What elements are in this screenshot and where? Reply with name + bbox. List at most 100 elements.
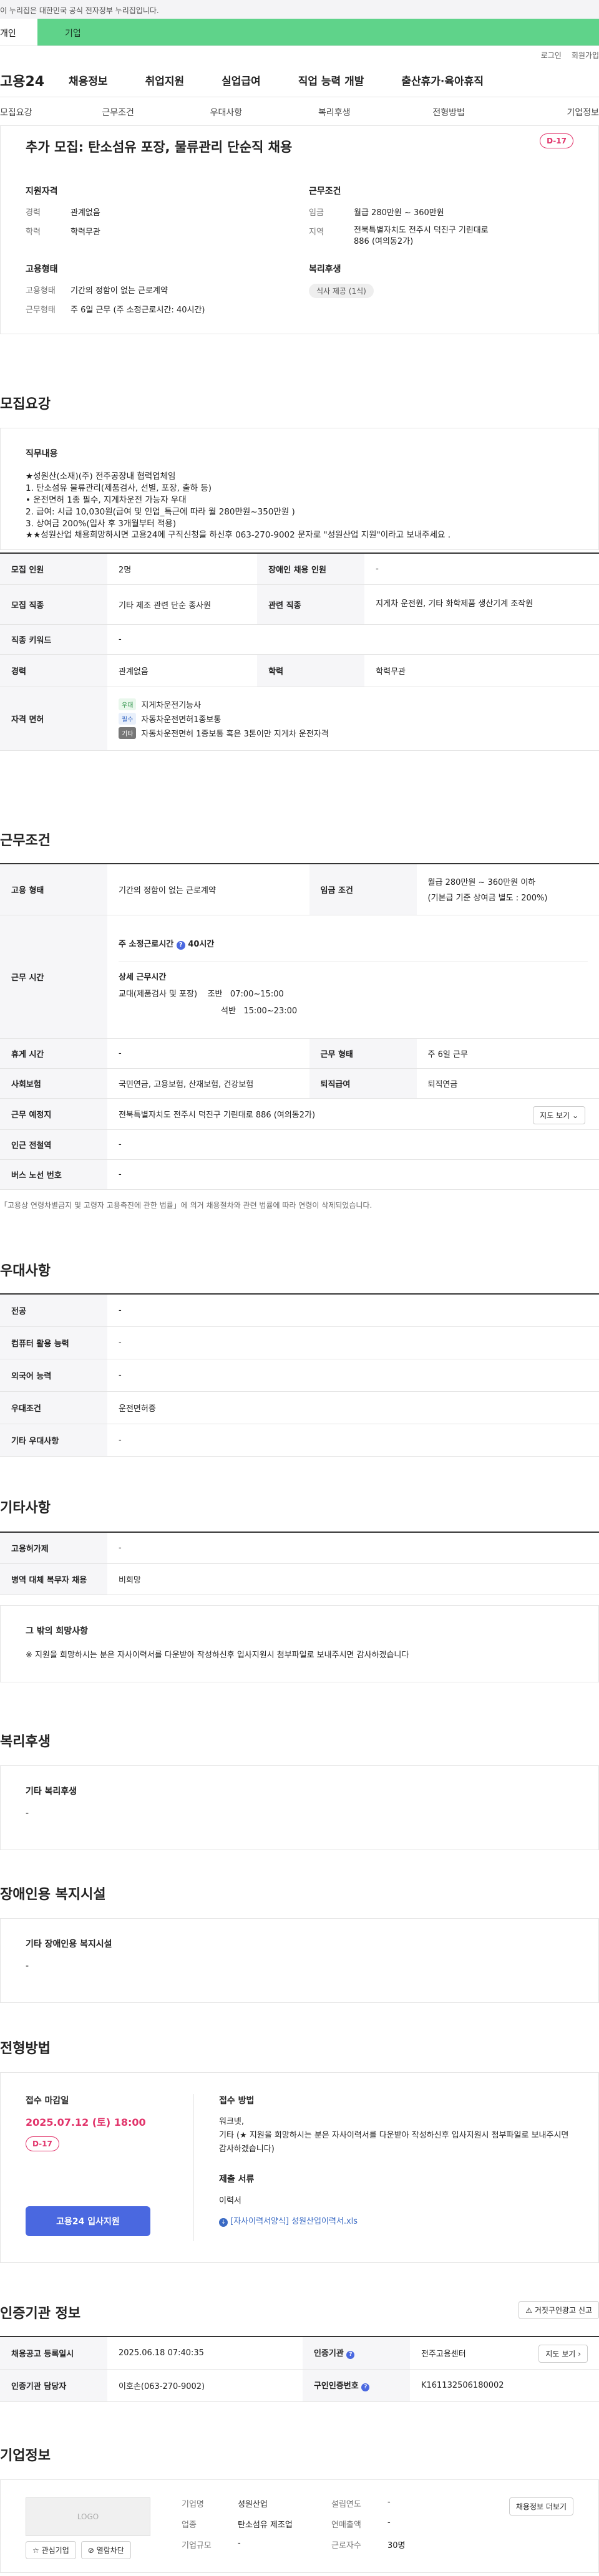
favorite-button[interactable]: ☆ 관심기업 xyxy=(26,2541,76,2559)
company-jobs-button[interactable]: 채용정보 더보기 xyxy=(509,2497,573,2516)
info-icon[interactable]: ? xyxy=(361,2383,370,2391)
preference-section: 우대사항 전공 - 컴퓨터 활용 능력 - 외국어 능력 - 우대조건 운전면허증 기타… xyxy=(0,1260,599,1457)
pref-cond-value: 운전면허증 xyxy=(107,1391,599,1424)
org-map-button[interactable]: 지도 보기 › xyxy=(538,2345,588,2363)
qualification-heading: 지원자격 xyxy=(26,186,58,196)
report-button-label: 거짓구인광고 신고 xyxy=(534,2306,592,2315)
tab-conditions[interactable]: 근무조건 xyxy=(83,97,185,125)
station-label: 인근 전철역 xyxy=(0,1129,107,1160)
disability-value: - xyxy=(26,1961,29,1971)
etc-table: 고용허가제 - 병역 대체 복무자 채용 비희망 xyxy=(0,1532,599,1595)
welfare-heading-main: 복리후생 xyxy=(0,1734,51,1750)
wage-cond-label: 임금 조건 xyxy=(309,864,417,915)
tab-method[interactable]: 전형방법 xyxy=(401,97,515,125)
language-value: - xyxy=(107,1359,599,1392)
detail-hours-heading: 상세 근무시간 xyxy=(119,973,167,982)
apply-button[interactable]: 고용24 입사지원 xyxy=(26,2206,150,2236)
welfare-heading: 복리후생 xyxy=(309,264,341,275)
attachment-name: [자사이력서양식] 성원산업이력서.xls xyxy=(230,2217,358,2227)
favorite-label: 관심기업 xyxy=(41,2546,69,2555)
method-section: 전형방법 접수 마감일 2025.07.12 (토) 18:00 D-17 고용… xyxy=(0,2037,599,2263)
info-icon[interactable]: ? xyxy=(176,941,185,950)
form-value: 주 6일 근무 xyxy=(416,1038,599,1069)
gnb-jobs[interactable]: 채용정보 xyxy=(69,72,108,88)
career-value: 관계없음 xyxy=(71,208,100,218)
manager-value: 이호손(063-270-9002) xyxy=(107,2369,303,2402)
table-row: 사회보험 국민연금, 고용보험, 산재보험, 건강보험 퇴직급여 퇴직연금 xyxy=(0,1068,599,1099)
tab-company[interactable]: 기업정보 xyxy=(516,97,599,125)
company-name-value: 성원산업 xyxy=(238,2500,268,2509)
org-value: 전주고용센터 xyxy=(421,2349,466,2359)
req-edu-label: 학력 xyxy=(257,654,365,687)
table-row: 인근 전철역 - xyxy=(0,1129,599,1160)
role-company-tab[interactable]: 기업 xyxy=(37,19,599,46)
pref-etc-label: 기타 우대사항 xyxy=(0,1424,107,1457)
docs-value: 이력서 xyxy=(219,2196,241,2206)
license-name: 지게차운전기능사 xyxy=(141,700,202,710)
table-row: 버스 노선 번호 - xyxy=(0,1159,599,1190)
employees-value: 30명 xyxy=(387,2541,406,2550)
block-label: 열람차단 xyxy=(96,2546,124,2555)
table-row: 근무 예정지 전북특별자치도 전주시 덕진구 기린대로 886 (여의동2가) 지도… xyxy=(0,1098,599,1130)
gnb-benefit[interactable]: 실업급여 xyxy=(222,72,261,88)
role-personal-tab[interactable]: 개인 xyxy=(0,19,37,46)
company-box: LOGO ☆ 관심기업 ⊘ 열람차단 기업명 성원산업 설립연도 - 업종 탄소섬유 제… xyxy=(0,2479,599,2573)
gnb-leave[interactable]: 출산휴가·육아휴직 xyxy=(401,72,484,88)
req-career-label: 경력 xyxy=(0,654,107,687)
join-link[interactable]: 회원가입 xyxy=(572,51,599,60)
global-nav: 고용24 채용정보 취업지원 실업급여 직업 능력 개발 출산휴가·육아휴직 xyxy=(0,64,599,97)
related-occupation-label: 관련 직종 xyxy=(257,584,365,625)
table-row: 컴퓨터 활용 능력 - xyxy=(0,1326,599,1359)
site-logo[interactable]: 고용24 xyxy=(0,70,69,90)
gnb-support[interactable]: 취업지원 xyxy=(145,72,185,88)
emp-label: 고용 형태 xyxy=(0,864,107,915)
keyword-value: - xyxy=(107,624,599,655)
emp-value: 기간의 정함이 없는 근로계약 xyxy=(107,864,309,915)
duty-heading: 직무내용 xyxy=(26,449,58,459)
cert-no-value: K161132506180002 xyxy=(409,2369,599,2402)
worksys-label: 근무형태 xyxy=(26,306,56,316)
company-section: 기업정보 LOGO ☆ 관심기업 ⊘ 열람차단 기업명 성원산업 설립연도 - 업종 탄… xyxy=(0,2444,599,2573)
table-row: 자격 면허 우대 지게차운전기능사 필수 자동차운전면허1종보통 기타 자동차운전면허… xyxy=(0,687,599,751)
size-label: 기업규모 xyxy=(182,2541,212,2550)
etc-section: 기타사항 고용허가제 - 병역 대체 복무자 채용 비희망 그 밖의 희망사항 ※ … xyxy=(0,1497,599,1682)
deadline-dday: D-17 xyxy=(26,2136,59,2151)
table-row: 고용 형태 기간의 정함이 없는 근로계약 임금 조건 월급 280만원 ~ 360만… xyxy=(0,864,599,915)
wage-label: 임금 xyxy=(309,208,324,218)
gnb-training[interactable]: 직업 능력 개발 xyxy=(298,72,364,88)
report-button[interactable]: ⚠ 거짓구인광고 신고 xyxy=(519,2301,599,2319)
table-row: 전공 - xyxy=(0,1294,599,1327)
reg-label: 채용공고 등록일시 xyxy=(0,2337,107,2370)
location-value: 전북특별자치도 전주시 덕진구 기린대로 886 (여의동2가) xyxy=(119,1110,316,1120)
employees-label: 근로자수 xyxy=(331,2541,361,2550)
insurance-value: 국민연금, 고용보험, 산재보험, 건강보험 xyxy=(107,1068,309,1099)
table-row: 경력 관계없음 학력 학력무관 xyxy=(0,654,599,687)
headcount-label: 모집 인원 xyxy=(0,553,107,585)
summary-conditions: 근무조건 임금 월급 280만원 ~ 360만원 지역 전북특별자치도 전주시 덕진… xyxy=(309,185,573,255)
login-link[interactable]: 로그인 xyxy=(541,51,562,60)
table-row: 모집 직종 기타 제조 관련 단순 종사원 관련 직종 지게차 운전원, 기타 화학제… xyxy=(0,584,599,625)
table-row: 근무 시간 주 소정근로시간 ? 40시간 상세 근무시간 교대(제품검사 및 … xyxy=(0,915,599,1039)
disabled-headcount-value: - xyxy=(364,553,599,585)
keyword-label: 직종 키워드 xyxy=(0,624,107,655)
info-icon[interactable]: ? xyxy=(346,2351,355,2360)
method-heading: 전형방법 xyxy=(0,2041,51,2057)
station-value: - xyxy=(107,1129,599,1160)
shift1-value: 07:00~15:00 xyxy=(230,990,284,999)
attachment-link[interactable]: ↓ [자사이력서양식] 성원산업이력서.xls xyxy=(219,2214,573,2227)
tab-preference[interactable]: 우대사항 xyxy=(185,97,293,125)
wage-cond-cell: 월급 280만원 ~ 360만원 이하 (기본급 기준 상여금 별도 : 200%… xyxy=(416,864,599,915)
retire-value: 퇴직연금 xyxy=(416,1068,599,1099)
download-icon: ↓ xyxy=(219,2218,228,2227)
welfare-sub-heading: 기타 복리후생 xyxy=(26,1787,77,1797)
worktime-cell: 주 소정근로시간 ? 40시간 상세 근무시간 교대(제품검사 및 포장) 조반… xyxy=(107,915,599,1039)
license-name: 자동차운전면허1종보통 xyxy=(141,715,222,725)
tab-welfare[interactable]: 복리후생 xyxy=(293,97,401,125)
map-button[interactable]: 지도 보기 ⌄ xyxy=(533,1106,585,1124)
block-button[interactable]: ⊘ 열람차단 xyxy=(80,2541,131,2559)
other-wish-text: ※ 지원을 희망하시는 분은 자사이력서를 다운받아 작성하신후 입사지원시 첨… xyxy=(26,1650,409,1660)
tab-recruit[interactable]: 모집요강 xyxy=(0,97,83,125)
agency-table: 채용공고 등록일시 2025.06.18 07:40:35 인증기관 ? 전주고용센터… xyxy=(0,2336,599,2402)
license-list: 우대 지게차운전기능사 필수 자동차운전면허1종보통 기타 자동차운전면허 1종보통 … xyxy=(107,687,599,751)
deadline-value: 2025.07.12 (토) 18:00 xyxy=(26,2116,146,2128)
